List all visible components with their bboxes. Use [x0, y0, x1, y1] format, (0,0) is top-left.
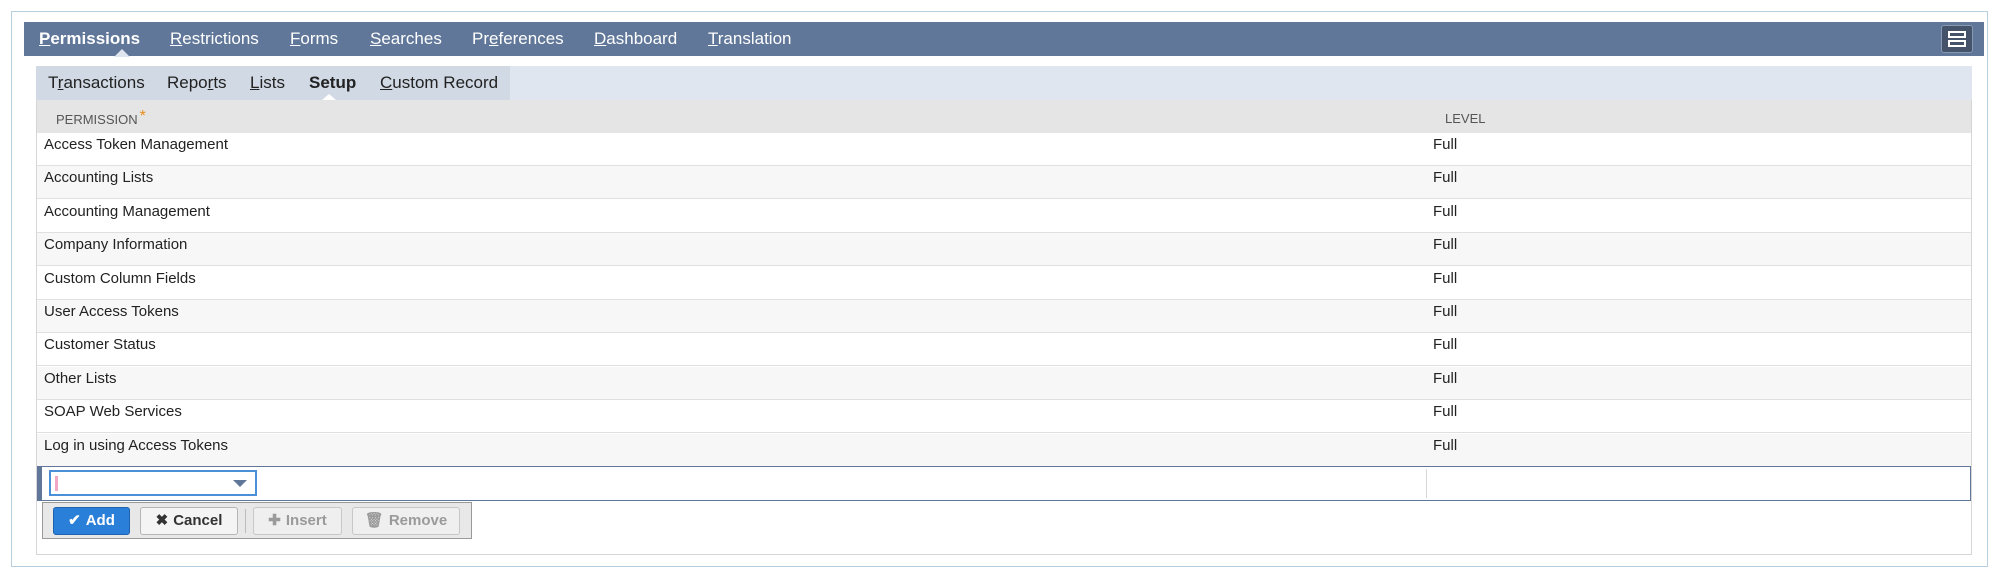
table-row[interactable]: Custom Column Fields Full: [37, 266, 1971, 300]
permission-select[interactable]: [49, 470, 257, 496]
permission-cell: Company Information: [44, 236, 188, 254]
permission-cell: User Access Tokens: [44, 303, 179, 320]
add-button[interactable]: ✔ Add: [53, 507, 130, 535]
tab-searches-label: earches: [381, 29, 442, 48]
permission-cell: Accounting Management: [44, 202, 210, 220]
column-header-permission[interactable]: PERMISSION *: [56, 108, 146, 129]
level-cell-value[interactable]: [1434, 473, 1954, 495]
top-nav: Permissions Restrictions Forms Searches …: [24, 22, 1984, 57]
tab-forms[interactable]: Forms: [290, 22, 338, 56]
tab-restrictions[interactable]: Restrictions: [170, 22, 259, 56]
level-cell: Full: [1433, 236, 1458, 254]
cancel-button[interactable]: ✖ Cancel: [140, 507, 238, 535]
subtab-transactions-a: T: [48, 73, 58, 92]
table-row[interactable]: Access Token Management Full: [37, 133, 1971, 166]
checkmark-icon: ✔: [68, 512, 81, 529]
required-mark: *: [139, 108, 146, 125]
column-header-level[interactable]: LEVEL: [1445, 111, 1485, 126]
column-divider: [1426, 469, 1427, 498]
table-row[interactable]: Customer Status Full: [37, 333, 1971, 367]
tab-dashboard[interactable]: Dashboard: [594, 22, 677, 56]
permission-cell: Custom Column Fields: [44, 269, 196, 287]
permission-cell: Log in using Access Tokens: [44, 436, 229, 454]
chevron-down-icon[interactable]: [233, 480, 247, 487]
subtab-transactions[interactable]: Transactions: [48, 66, 145, 100]
edit-row[interactable]: [37, 466, 1971, 501]
table-row[interactable]: Log in using Access Tokens Full: [37, 433, 1971, 467]
tab-forms-label: orms: [300, 29, 339, 48]
subtab-setup-label: Setup: [309, 73, 357, 92]
level-cell: Full: [1433, 403, 1458, 421]
level-cell: Full: [1433, 169, 1458, 187]
table-row[interactable]: Accounting Lists Full: [37, 166, 1971, 200]
tab-permissions-label: ermissions: [50, 29, 141, 48]
insert-button-label: Insert: [285, 512, 327, 529]
table-row[interactable]: SOAP Web Services Full: [37, 400, 1971, 434]
text-cursor: [55, 476, 58, 491]
button-separator: [245, 509, 246, 533]
subtabs: Transactions Reports Lists Setup Custom …: [36, 66, 510, 100]
table-row[interactable]: Other Lists Full: [37, 366, 1971, 400]
subtab-lists-label: ists: [259, 73, 285, 92]
edit-row-indicator: [38, 467, 42, 500]
column-header-permission-label: PERMISSION: [56, 112, 138, 127]
level-cell: Full: [1433, 202, 1458, 220]
subtab-custom-record-label: ustom Record: [392, 73, 499, 92]
table-row[interactable]: Accounting Management Full: [37, 199, 1971, 233]
tab-preferences[interactable]: Preferences: [472, 22, 564, 56]
active-tab-pointer: [114, 49, 130, 57]
level-cell: Full: [1433, 269, 1458, 287]
plus-icon: ✚: [268, 512, 281, 529]
permission-cell: SOAP Web Services: [44, 403, 182, 421]
add-button-label: Add: [85, 512, 115, 529]
subtab-bar: Transactions Reports Lists Setup Custom …: [36, 66, 1972, 100]
row-action-bar: ✔ Add ✖ Cancel ✚ Insert 🗑 Remove: [42, 502, 472, 539]
tab-translation-label: ranslation: [717, 29, 792, 48]
subtab-reports[interactable]: Reports: [167, 66, 227, 100]
subtab-custom-record[interactable]: Custom Record: [380, 66, 498, 100]
subtab-reports-c: ts: [213, 73, 227, 92]
permission-cell: Other Lists: [44, 369, 117, 387]
table-row[interactable]: Company Information Full: [37, 233, 1971, 267]
tab-searches[interactable]: Searches: [370, 22, 442, 56]
remove-button[interactable]: 🗑 Remove: [352, 507, 460, 535]
subtab-lists[interactable]: Lists: [250, 66, 285, 100]
close-icon: ✖: [155, 512, 169, 529]
permission-cell: Customer Status: [44, 336, 156, 354]
layout-toggle-icon[interactable]: [1941, 25, 1973, 53]
permissions-table: PERMISSION * LEVEL Access Token Managemen…: [36, 100, 1972, 555]
insert-button[interactable]: ✚ Insert: [253, 507, 342, 535]
level-cell: Full: [1433, 303, 1458, 320]
subtab-transactions-c: ansactions: [63, 73, 145, 92]
cancel-button-label: Cancel: [173, 512, 223, 529]
level-cell: Full: [1433, 436, 1458, 454]
permission-cell: Access Token Management: [44, 136, 228, 153]
tab-dashboard-label: ashboard: [606, 29, 678, 48]
tab-restrictions-label: estrictions: [182, 29, 259, 48]
table-row[interactable]: User Access Tokens Full: [37, 300, 1971, 333]
table-header: PERMISSION * LEVEL: [37, 100, 1971, 133]
trash-icon: 🗑: [364, 512, 384, 529]
level-cell: Full: [1433, 136, 1458, 153]
tab-preferences-label-a: Pr: [472, 29, 489, 48]
tab-translation[interactable]: Translation: [708, 22, 791, 56]
remove-button-label: Remove: [388, 512, 448, 529]
level-cell: Full: [1433, 336, 1458, 354]
subtab-reports-a: Repo: [167, 73, 208, 92]
level-cell: Full: [1433, 369, 1458, 387]
permission-cell: Accounting Lists: [44, 169, 154, 187]
tab-preferences-label-c: ferences: [498, 29, 564, 48]
